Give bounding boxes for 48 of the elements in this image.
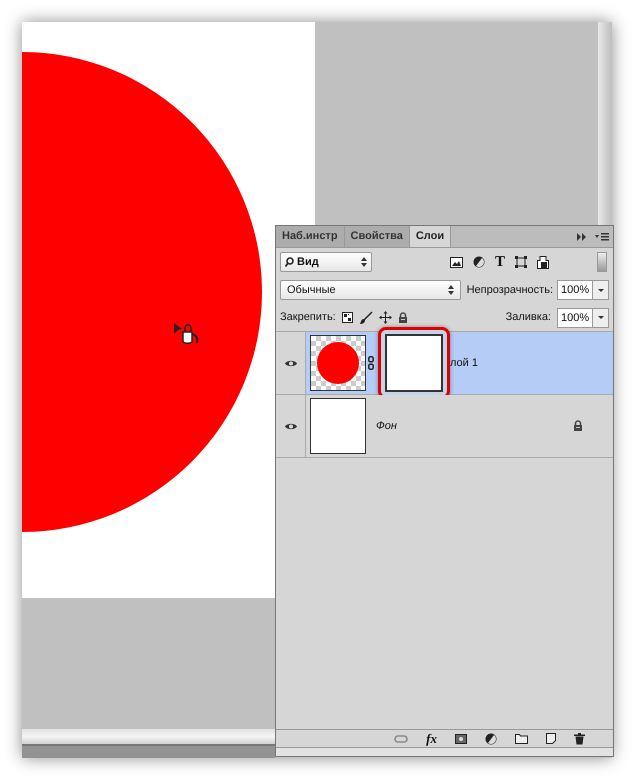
- filter-label: Вид: [297, 254, 320, 270]
- eye-icon[interactable]: [284, 358, 298, 368]
- search-icon: [285, 257, 294, 267]
- panel-tab[interactable]: Свойства: [344, 226, 410, 247]
- panel-tab[interactable]: Слои: [410, 226, 452, 247]
- blend-mode-dropdown[interactable]: Обычные: [280, 280, 461, 300]
- blend-mode-value: Обычные: [287, 282, 337, 298]
- transform-icon[interactable]: [515, 256, 527, 268]
- image-icon[interactable]: [450, 256, 463, 268]
- filter-dropdown[interactable]: Вид: [280, 252, 372, 272]
- collapse-icon[interactable]: [577, 233, 587, 241]
- folder-icon[interactable]: [515, 734, 528, 744]
- lock-icon: [398, 312, 408, 324]
- stepper-icon: [361, 257, 367, 267]
- layer-name[interactable]: Фон: [376, 418, 397, 434]
- chain-link-icon[interactable]: [368, 356, 374, 370]
- lock-label: Закрепить:: [280, 310, 336, 326]
- mask-icon[interactable]: [455, 734, 467, 744]
- layer-row[interactable]: Фон: [276, 395, 613, 458]
- new-page-icon[interactable]: [546, 733, 556, 744]
- half-circle-icon[interactable]: [485, 732, 497, 744]
- stepper-icon: [448, 285, 454, 295]
- opacity-label: Непрозрачность:: [466, 282, 553, 298]
- opacity-field[interactable]: 100%: [557, 280, 609, 300]
- scrollbar[interactable]: [22, 729, 275, 746]
- checker-icon[interactable]: [342, 312, 353, 323]
- trash-icon[interactable]: [574, 732, 585, 744]
- resize-grip[interactable]: [276, 747, 613, 756]
- lock-icon: [573, 420, 583, 432]
- smart-object-icon[interactable]: [537, 256, 549, 268]
- mask-thumbnail[interactable]: [385, 334, 443, 392]
- eye-icon[interactable]: [284, 422, 298, 430]
- move-icon[interactable]: [378, 311, 392, 324]
- brush-icon[interactable]: [358, 310, 373, 324]
- menu-icon[interactable]: [595, 233, 609, 241]
- fx-icon[interactable]: fx: [426, 732, 437, 745]
- fill-label: Заливка:: [506, 310, 551, 326]
- half-circle-icon[interactable]: [472, 256, 485, 268]
- layer-name[interactable]: лой 1: [450, 354, 478, 372]
- type-icon[interactable]: T: [494, 254, 505, 270]
- paint-bucket-cursor-icon: [173, 322, 201, 346]
- panel-tab[interactable]: Наб.инстр: [276, 226, 345, 247]
- caret-icon[interactable]: [592, 308, 608, 326]
- layer-thumbnail: [310, 335, 366, 391]
- caret-icon[interactable]: [592, 281, 608, 299]
- scrollbar[interactable]: [597, 252, 607, 272]
- fill-field[interactable]: 100%: [557, 308, 609, 328]
- layer-thumbnail: [310, 398, 366, 454]
